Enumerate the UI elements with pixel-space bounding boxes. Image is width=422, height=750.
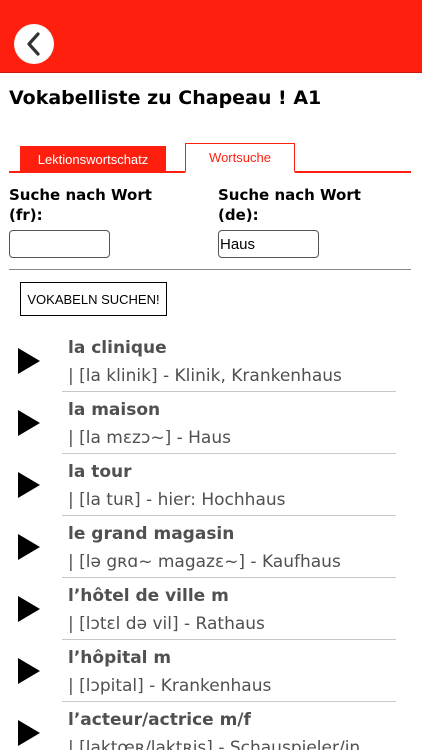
play-icon[interactable] [18,348,40,374]
play-icon[interactable] [18,534,40,560]
search-fr-input[interactable] [9,230,110,258]
list-item: l’hôpital m | [lɔpital] - Krankenhaus [0,639,422,702]
play-icon[interactable] [18,720,40,746]
play-icon[interactable] [18,596,40,622]
chevron-left-icon [27,32,40,56]
vocab-detail: | [lɔpital] - Krankenhaus [68,676,272,696]
vocab-detail: | [lɔtɛl də vil] - Rathaus [68,614,265,634]
list-item: le grand magasin | [lə gʀɑ~ magazɛ~] - K… [0,515,422,578]
back-button[interactable] [14,24,54,64]
vocab-detail: | [la klinik] - Klinik, Krankenhaus [68,366,342,386]
tab-wortsuche[interactable]: Wortsuche [185,143,295,173]
search-vocabulary-button[interactable]: VOKABELN SUCHEN! [20,282,167,316]
list-item: la tour | [la tuʀ] - hier: Hochhaus [0,453,422,516]
vocab-word: le grand magasin [68,524,235,544]
top-bar [0,0,422,73]
tab-lektionswortschatz[interactable]: Lektionswortschatz [20,146,166,173]
vocab-word: la clinique [68,338,167,358]
list-item: la maison | [la mɛzɔ~] - Haus [0,391,422,454]
search-fr-label: Suche nach Wort (fr): [9,186,152,224]
vocab-word: la tour [68,462,132,482]
play-icon[interactable] [18,472,40,498]
list-item: l’hôtel de ville m | [lɔtɛl də vil] - Ra… [0,577,422,640]
search-de-input[interactable] [218,230,319,258]
list-item: l’acteur/actrice m/f | [laktœʀ/laktʀis] … [0,701,422,750]
results-list: la clinique | [la klinik] - Klinik, Kran… [0,329,422,750]
vocab-detail: | [laktœʀ/laktʀis] - Schauspieler/in [68,738,361,750]
vocab-word: l’hôtel de ville m [68,586,229,606]
list-item: la clinique | [la klinik] - Klinik, Kran… [0,329,422,392]
play-icon[interactable] [18,410,40,436]
vocab-detail: | [la tuʀ] - hier: Hochhaus [68,490,286,510]
page-title: Vokabelliste zu Chapeau ! A1 [9,87,322,109]
tab-bar: Lektionswortschatz Wortsuche [9,143,411,173]
vocab-word: la maison [68,400,161,420]
vocab-detail: | [la mɛzɔ~] - Haus [68,428,231,448]
vocab-word: l’hôpital m [68,648,172,668]
vocab-detail: | [lə gʀɑ~ magazɛ~] - Kaufhaus [68,552,341,572]
divider [9,269,411,270]
search-de-label: Suche nach Wort (de): [218,186,361,224]
play-icon[interactable] [18,658,40,684]
vocab-word: l’acteur/actrice m/f [68,710,251,730]
